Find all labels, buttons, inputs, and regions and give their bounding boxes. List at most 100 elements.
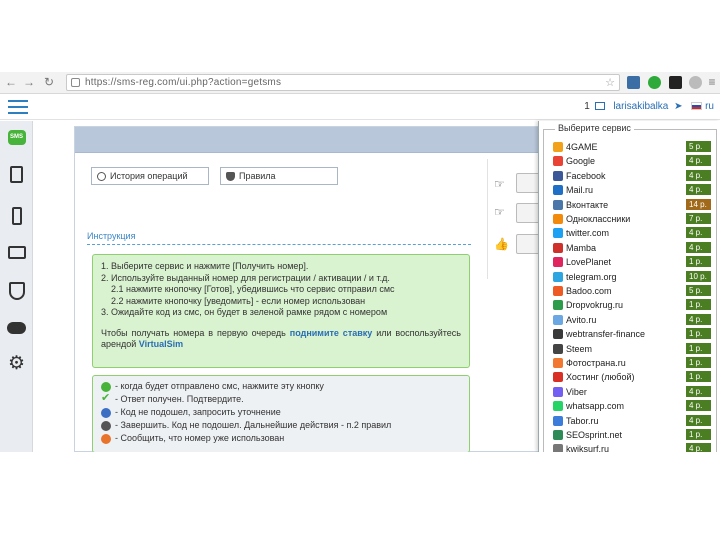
service-item[interactable]: webtransfer-finance 1 р. xyxy=(553,327,715,341)
rules-label: Правила xyxy=(239,171,276,181)
wallet-icon xyxy=(7,246,26,259)
reload-icon[interactable]: ↻ xyxy=(42,75,56,89)
service-price-badge: 1 р. xyxy=(686,256,711,268)
service-item[interactable]: Avito.ru 4 р. xyxy=(553,313,715,327)
service-item[interactable]: Steem 1 р. xyxy=(553,342,715,356)
service-price-badge: 1 р. xyxy=(686,299,711,311)
service-item[interactable]: SEOsprint.net 1 р. xyxy=(553,428,715,442)
service-logo-icon xyxy=(553,170,563,181)
star-icon[interactable]: ☆ xyxy=(605,76,615,89)
service-item[interactable]: Mamba 4 р. xyxy=(553,241,715,255)
check-icon: ✔ xyxy=(101,392,111,404)
service-item[interactable]: twitter.com 4 р. xyxy=(553,226,715,240)
service-item[interactable]: Dropvokrug.ru 1 р. xyxy=(553,298,715,312)
service-price-badge: 4 р. xyxy=(686,400,711,412)
service-name: Одноклассники xyxy=(566,214,631,224)
browser-window: ← → ↻ https://sms-reg.com/ui.php?action=… xyxy=(0,72,720,452)
service-logo-icon xyxy=(553,444,563,452)
service-price-badge: 4 р. xyxy=(686,414,711,426)
profile-icon[interactable] xyxy=(689,76,702,89)
service-name: Google xyxy=(566,156,596,167)
main-panel: История операций Правила Инструкция 1. В… xyxy=(74,126,550,452)
menu-icon[interactable]: ≡ xyxy=(705,75,719,89)
service-item[interactable]: Хостинг (любой) 1 р. xyxy=(553,370,715,384)
service-price-badge: 4 р. xyxy=(686,313,711,325)
service-logo-icon xyxy=(553,386,563,397)
service-name: Avito.ru xyxy=(566,314,597,325)
instruction-step: 1. Выберите сервис и нажмите [Получить н… xyxy=(101,261,309,271)
history-button[interactable]: История операций xyxy=(91,167,209,185)
service-logo-icon xyxy=(553,257,563,268)
service-item[interactable]: Одноклассники 7 р. xyxy=(553,212,715,226)
service-logo-icon xyxy=(553,142,563,152)
page-info-icon xyxy=(71,78,80,87)
service-logo-icon xyxy=(553,271,563,282)
service-name: Вконтакте xyxy=(566,199,609,210)
service-item[interactable]: Вконтакте 14 р. xyxy=(553,198,715,212)
service-price-badge: 4 р. xyxy=(686,385,711,397)
service-logo-icon xyxy=(553,242,563,253)
service-item[interactable]: Facebook 4 р. xyxy=(553,169,715,183)
history-icon xyxy=(97,172,106,181)
virtualsim-link[interactable]: VirtualSim xyxy=(139,339,183,349)
service-price-badge: 7 р. xyxy=(686,213,711,224)
service-item[interactable]: kwiksurf.ru 4 р. xyxy=(553,442,715,452)
service-item[interactable]: Mail.ru 4 р. xyxy=(553,183,715,197)
service-item[interactable]: Google 4 р. xyxy=(553,154,715,168)
service-name: Mamba xyxy=(566,242,597,253)
service-item[interactable]: Tabor.ru 4 р. xyxy=(553,414,715,428)
service-item[interactable]: Фотострана.ru 1 р. xyxy=(553,356,715,370)
service-item[interactable]: telegram.org 10 р. xyxy=(553,270,715,284)
service-name: LovePlanet xyxy=(566,257,612,268)
rules-button[interactable]: Правила xyxy=(220,167,338,185)
shield-icon xyxy=(226,172,235,181)
service-item[interactable]: whatsapp.com 4 р. xyxy=(553,399,715,413)
sidebar-item-shield[interactable] xyxy=(6,280,27,301)
service-item[interactable]: Viber 4 р. xyxy=(553,385,715,399)
raise-bid-link[interactable]: поднимите ставку xyxy=(290,328,372,338)
service-logo-icon xyxy=(553,214,563,224)
evernote-icon[interactable] xyxy=(648,76,661,89)
sidebar-item-clipboard[interactable] xyxy=(6,164,27,185)
complete-icon xyxy=(101,421,111,431)
service-price-badge: 4 р. xyxy=(686,227,711,239)
forward-arrow-icon[interactable]: → xyxy=(22,75,36,89)
service-item[interactable]: 4GAME 5 р. xyxy=(553,140,715,154)
sidebar-item-wallet[interactable] xyxy=(6,242,27,263)
service-price-badge: 4 р. xyxy=(686,184,711,196)
service-price-badge: 4 р. xyxy=(686,241,711,253)
service-dropdown-title: Выберите сервис xyxy=(555,123,634,133)
legend-item: - Сообщить, что номер уже использован xyxy=(101,432,461,445)
service-name: Viber xyxy=(566,386,587,397)
instruction-step: 3. Ожидайте код из смс, он будет в зелен… xyxy=(101,307,388,317)
sidebar-item-sms[interactable]: SMS xyxy=(6,127,27,148)
service-name: Badoo.com xyxy=(566,286,612,296)
service-name: Facebook xyxy=(566,170,606,181)
sidebar-item-cloud[interactable] xyxy=(6,317,27,338)
logout-icon[interactable]: ➤ xyxy=(674,101,682,112)
service-price-badge: 5 р. xyxy=(686,141,711,152)
back-arrow-icon[interactable]: ← xyxy=(4,75,18,89)
service-logo-icon xyxy=(553,199,563,210)
address-bar[interactable]: https://sms-reg.com/ui.php?action=getsms… xyxy=(66,74,620,91)
service-price-badge: 1 р. xyxy=(686,357,711,368)
sidebar-item-phone[interactable] xyxy=(6,205,27,226)
extension-icon[interactable] xyxy=(627,76,640,89)
language-link[interactable]: ru xyxy=(705,101,714,112)
shield-icon xyxy=(8,281,25,300)
service-item[interactable]: Badoo.com 5 р. xyxy=(553,284,715,298)
service-name: Dropvokrug.ru xyxy=(566,300,624,311)
instructions-box: 1. Выберите сервис и нажмите [Получить н… xyxy=(92,254,470,368)
username-link[interactable]: larisakibalka xyxy=(613,101,668,112)
hamburger-icon[interactable] xyxy=(8,100,28,114)
clipboard-icon xyxy=(10,166,23,183)
instruction-step: 2.2 нажмите кнопочку [уведомить] - если … xyxy=(111,295,366,306)
sidebar-item-settings[interactable]: ⚙ xyxy=(6,353,27,374)
extension-badge-icon[interactable] xyxy=(669,76,682,89)
instructions-title: Инструкция xyxy=(87,231,136,241)
refresh-icon xyxy=(101,408,111,418)
mail-icon[interactable] xyxy=(594,102,605,110)
service-item[interactable]: LovePlanet 1 р. xyxy=(553,255,715,269)
service-logo-icon xyxy=(553,401,563,412)
service-price-badge: 1 р. xyxy=(686,328,711,340)
